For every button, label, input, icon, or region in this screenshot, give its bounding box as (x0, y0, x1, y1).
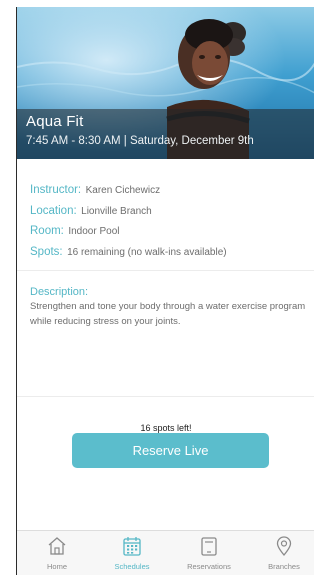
tab-reservations-label: Reservations (187, 562, 231, 571)
map-pin-icon (276, 536, 292, 557)
tab-branches[interactable]: Branches (247, 535, 314, 571)
calendar-icon (123, 537, 141, 556)
screen: Aqua Fit 7:45 AM - 8:30 AM | Saturday, D… (16, 7, 314, 575)
location-row: Location: Lionville Branch (30, 200, 310, 221)
room-value: Indoor Pool (68, 226, 120, 237)
tab-branches-label: Branches (268, 562, 300, 571)
room-row: Room: Indoor Pool (30, 220, 310, 241)
tab-schedules-label: Schedules (114, 562, 150, 571)
class-details: Instructor: Karen Cichewicz Location: Li… (30, 179, 310, 261)
tab-reservations[interactable]: Reservations (172, 535, 246, 571)
description-label: Description: (30, 286, 89, 298)
class-time: 7:45 AM - 8:30 AM | Saturday, December 9… (26, 135, 254, 147)
location-value: Lionville Branch (81, 205, 152, 217)
description-text: Strengthen and tone your body through a … (30, 301, 306, 327)
divider (17, 270, 314, 271)
tab-schedules[interactable]: Schedules (95, 535, 169, 571)
divider (17, 396, 314, 397)
instructor-label: Instructor: (30, 184, 82, 196)
room-label: Room: (30, 225, 64, 237)
tab-home-label: Home (46, 562, 67, 571)
class-description: Description: Strengthen and tone your bo… (30, 285, 306, 329)
instructor-row: Instructor: Karen Cichewicz (30, 179, 310, 200)
home-icon (48, 537, 66, 555)
tab-bar: Home Schedules Reservations Branches (17, 530, 314, 575)
spots-value: 16 remaining (no walk-ins available) (67, 246, 227, 258)
class-hero: Aqua Fit 7:45 AM - 8:30 AM | Saturday, D… (17, 7, 314, 159)
spots-label: Spots: (30, 245, 63, 258)
spots-row: Spots: 16 remaining (no walk-ins availab… (30, 241, 310, 262)
reserve-live-button[interactable]: Reserve Live (72, 433, 269, 468)
tab-home[interactable]: Home (20, 535, 94, 571)
class-title: Aqua Fit (26, 113, 84, 130)
location-label: Location: (30, 204, 77, 217)
tablet-icon (201, 537, 217, 556)
spots-left-text: 16 spots left! (140, 423, 192, 433)
instructor-value: Karen Cichewicz (85, 185, 161, 196)
